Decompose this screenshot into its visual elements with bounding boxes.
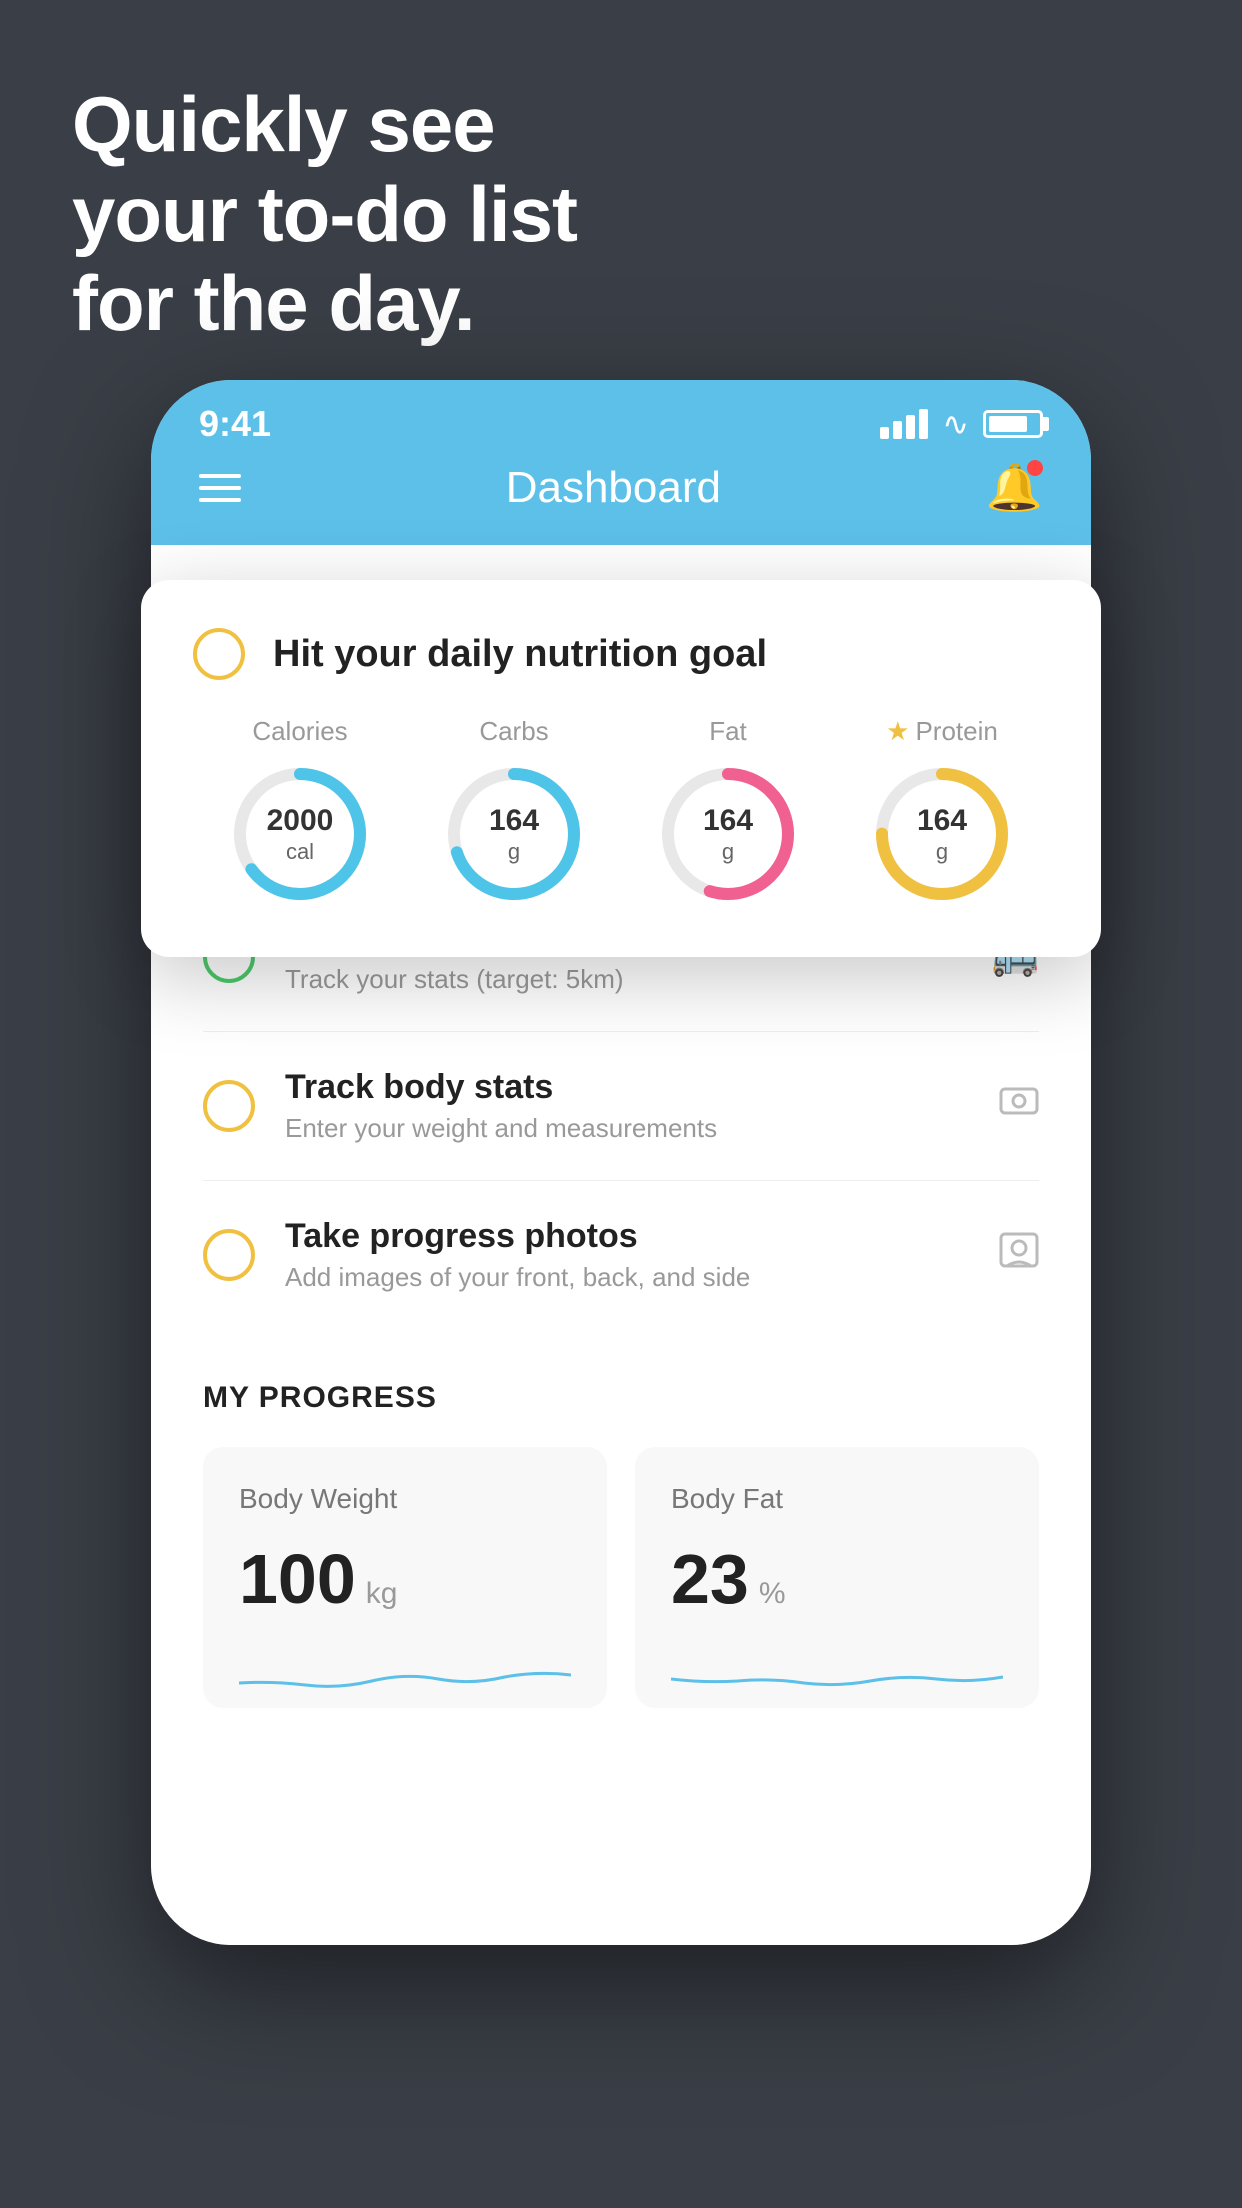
protein-label: Protein (915, 716, 997, 747)
battery-icon (983, 410, 1043, 438)
body-fat-unit: % (759, 1577, 786, 1611)
todo-subtitle-progress-photos: Add images of your front, back, and side (285, 1262, 969, 1293)
calories-donut: 2000 cal (225, 759, 375, 909)
body-fat-value-row: 23 % (671, 1539, 1003, 1619)
carbs-unit: g (489, 839, 539, 865)
protein-donut: 164 g (867, 759, 1017, 909)
body-weight-card: Body Weight 100 kg (203, 1447, 607, 1708)
body-weight-value-row: 100 kg (239, 1539, 571, 1619)
fat-donut: 164 g (653, 759, 803, 909)
body-fat-sparkline (671, 1643, 1003, 1703)
carbs-value: 164 (489, 803, 539, 839)
status-time: 9:41 (199, 403, 271, 445)
nutrition-fat: Fat 164 g (653, 716, 803, 909)
nutrition-popup-card: Hit your daily nutrition goal Calories 2… (141, 580, 1101, 957)
todo-text-body-stats: Track body stats Enter your weight and m… (285, 1068, 969, 1144)
fat-label: Fat (709, 716, 747, 747)
calories-label: Calories (252, 716, 347, 747)
popup-title-row: Hit your daily nutrition goal (193, 628, 1049, 680)
body-fat-value: 23 (671, 1539, 749, 1619)
todo-text-progress-photos: Take progress photos Add images of your … (285, 1217, 969, 1293)
carbs-donut: 164 g (439, 759, 589, 909)
notification-bell-button[interactable]: 🔔 (986, 460, 1043, 515)
todo-title-progress-photos: Take progress photos (285, 1217, 969, 1256)
progress-photo-icon (999, 1230, 1039, 1280)
calories-value: 2000 (267, 803, 334, 839)
nutrition-row: Calories 2000 cal Carbs (193, 716, 1049, 909)
todo-checkbox-progress-photos[interactable] (203, 1229, 255, 1281)
headline-text: Quickly see your to-do list for the day. (72, 80, 577, 349)
progress-section-header: MY PROGRESS (203, 1381, 1039, 1415)
protein-label-row: ★ Protein (886, 716, 998, 747)
nutrition-protein: ★ Protein 164 g (867, 716, 1017, 909)
carbs-label: Carbs (479, 716, 548, 747)
protein-unit: g (917, 839, 967, 865)
body-fat-label: Body Fat (671, 1483, 1003, 1515)
wifi-icon: ∿ (942, 405, 969, 443)
hamburger-menu-button[interactable] (199, 474, 241, 502)
nutrition-calories: Calories 2000 cal (225, 716, 375, 909)
todo-item-body-stats[interactable]: Track body stats Enter your weight and m… (203, 1032, 1039, 1181)
todo-item-progress-photos[interactable]: Take progress photos Add images of your … (203, 1181, 1039, 1329)
todo-subtitle-running: Track your stats (target: 5km) (285, 964, 962, 995)
todo-subtitle-body-stats: Enter your weight and measurements (285, 1113, 969, 1144)
nutrition-carbs: Carbs 164 g (439, 716, 589, 909)
popup-title: Hit your daily nutrition goal (273, 633, 767, 676)
popup-checkbox[interactable] (193, 628, 245, 680)
notification-dot (1027, 460, 1043, 476)
nav-bar: Dashboard 🔔 (151, 450, 1091, 545)
body-fat-card: Body Fat 23 % (635, 1447, 1039, 1708)
progress-section: MY PROGRESS Body Weight 100 kg (151, 1329, 1091, 1748)
fat-value: 164 (703, 803, 753, 839)
nav-title: Dashboard (506, 463, 721, 513)
status-bar: 9:41 ∿ (151, 380, 1091, 450)
progress-cards: Body Weight 100 kg Body Fat 23 (203, 1447, 1039, 1708)
background: Quickly see your to-do list for the day.… (0, 0, 1242, 2208)
body-weight-value: 100 (239, 1539, 356, 1619)
status-icons: ∿ (880, 405, 1043, 443)
todo-title-body-stats: Track body stats (285, 1068, 969, 1107)
body-stats-icon (999, 1081, 1039, 1131)
body-weight-unit: kg (366, 1577, 398, 1611)
signal-icon (880, 409, 928, 439)
body-weight-label: Body Weight (239, 1483, 571, 1515)
fat-unit: g (703, 839, 753, 865)
body-weight-sparkline (239, 1643, 571, 1703)
protein-value: 164 (917, 803, 967, 839)
todo-checkbox-body-stats[interactable] (203, 1080, 255, 1132)
star-icon: ★ (886, 716, 909, 747)
calories-unit: cal (267, 839, 334, 865)
